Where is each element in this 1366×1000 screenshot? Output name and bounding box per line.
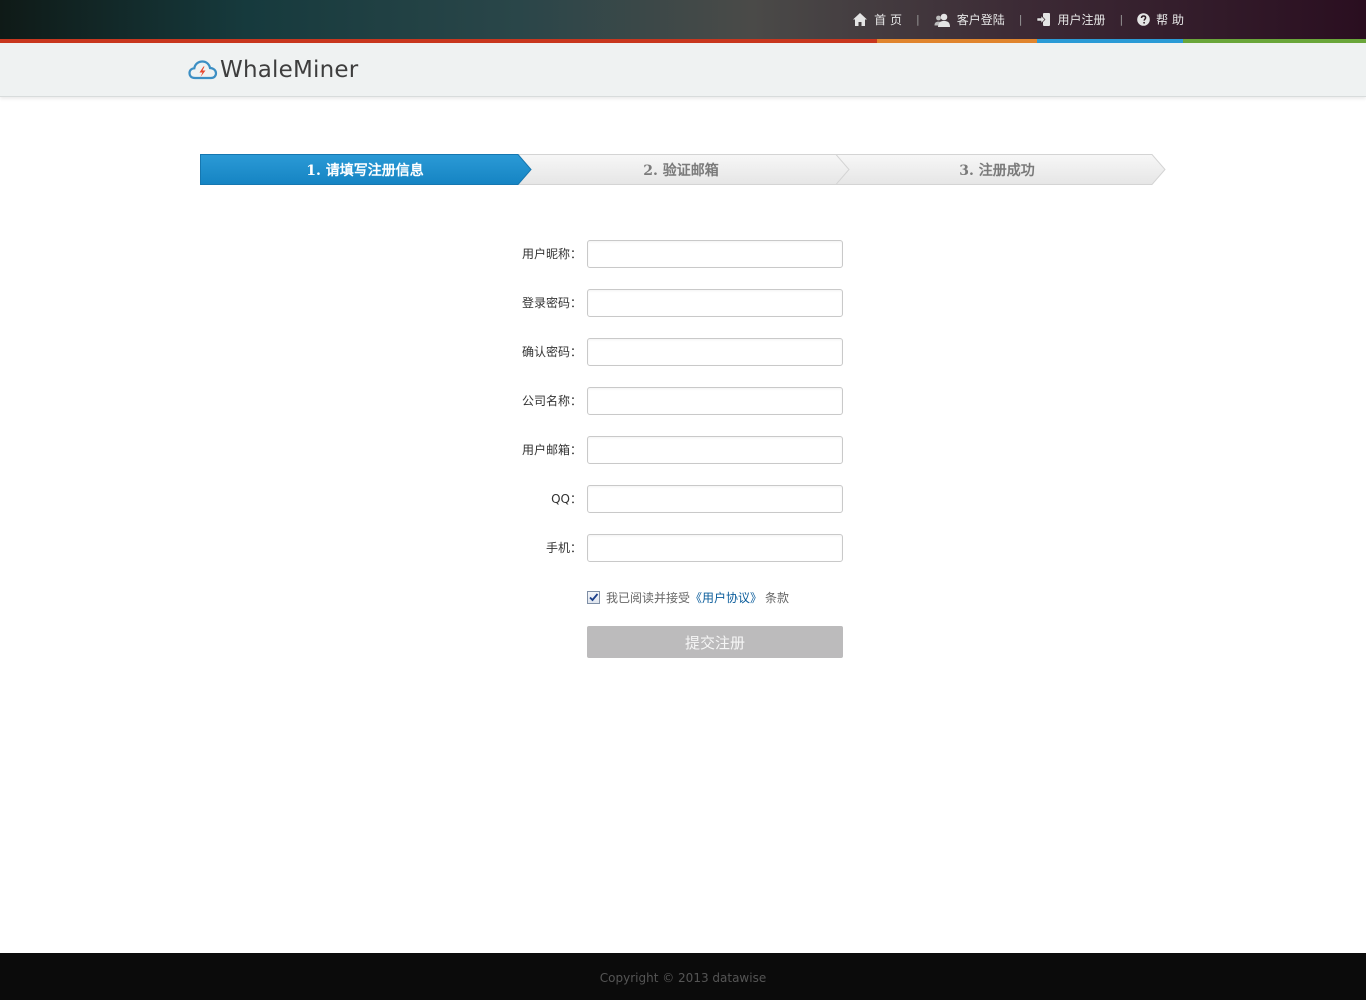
nickname-input[interactable]: [587, 240, 843, 268]
home-icon: [853, 13, 868, 26]
nav-home[interactable]: 首 页: [852, 11, 902, 28]
sign-in-icon: [1037, 13, 1051, 26]
help-icon: [1137, 13, 1150, 26]
step-2: 2. 验证邮箱: [516, 154, 850, 185]
nickname-label: 用户昵称：: [521, 247, 582, 261]
step-1: 1. 请填写注册信息: [200, 154, 532, 185]
agreement-prefix: 我已阅读并接受: [606, 591, 691, 605]
nav-help[interactable]: 帮 助: [1137, 11, 1184, 28]
email-input[interactable]: [587, 436, 843, 464]
phone-input[interactable]: [587, 534, 843, 562]
copyright-text: Copyright © 2013 datawise: [599, 971, 767, 985]
company-input[interactable]: [587, 387, 843, 415]
logo-text: WhaleMiner: [220, 57, 359, 83]
agreement-checkbox[interactable]: [587, 591, 600, 604]
nav-separator: |: [915, 13, 920, 26]
registration-steps: 3. 注册成功 2. 验证邮箱 1. 请填写注册信息: [200, 154, 1166, 185]
top-nav: 首 页 | 客户登陆 | 用户注册 | 帮 助: [852, 0, 1184, 39]
phone-label: 手机：: [545, 541, 582, 555]
nav-help-label: 帮 助: [1156, 13, 1184, 27]
email-label: 用户邮箱：: [521, 443, 582, 457]
confirm-password-label: 确认密码：: [521, 345, 582, 359]
logo[interactable]: WhaleMiner: [188, 57, 358, 83]
nav-register[interactable]: 用户注册: [1036, 11, 1105, 28]
qq-label: QQ：: [551, 492, 582, 506]
header: WhaleMiner: [0, 43, 1366, 97]
company-label: 公司名称：: [521, 394, 582, 408]
password-label: 登录密码：: [521, 296, 582, 310]
nav-register-label: 用户注册: [1057, 13, 1106, 27]
password-input[interactable]: [587, 289, 843, 317]
user-agreement-link[interactable]: 《用户协议》: [690, 589, 762, 606]
submit-register-button[interactable]: 提交注册: [587, 626, 843, 658]
nav-login[interactable]: 客户登陆: [934, 11, 1005, 28]
footer: Copyright © 2013 datawise: [0, 953, 1366, 1000]
users-icon: [934, 13, 950, 27]
step-3: 3. 注册成功: [832, 154, 1166, 185]
nav-home-label: 首 页: [874, 13, 902, 27]
agreement-row: 我已阅读并接受 《用户协议》 条款: [587, 589, 789, 606]
nav-separator: |: [1018, 13, 1023, 26]
cloud-logo-icon: [188, 60, 218, 80]
qq-input[interactable]: [587, 485, 843, 513]
step-3-label: 3. 注册成功: [959, 162, 1035, 179]
checkmark-icon: [589, 593, 599, 602]
step-1-label: 1. 请填写注册信息: [306, 162, 424, 179]
step-2-label: 2. 验证邮箱: [643, 162, 719, 179]
top-bar: 首 页 | 客户登陆 | 用户注册 | 帮 助: [0, 0, 1366, 39]
confirm-password-input[interactable]: [587, 338, 843, 366]
nav-login-label: 客户登陆: [956, 13, 1005, 27]
nav-separator: |: [1119, 13, 1124, 26]
agreement-suffix: 条款: [765, 591, 790, 605]
